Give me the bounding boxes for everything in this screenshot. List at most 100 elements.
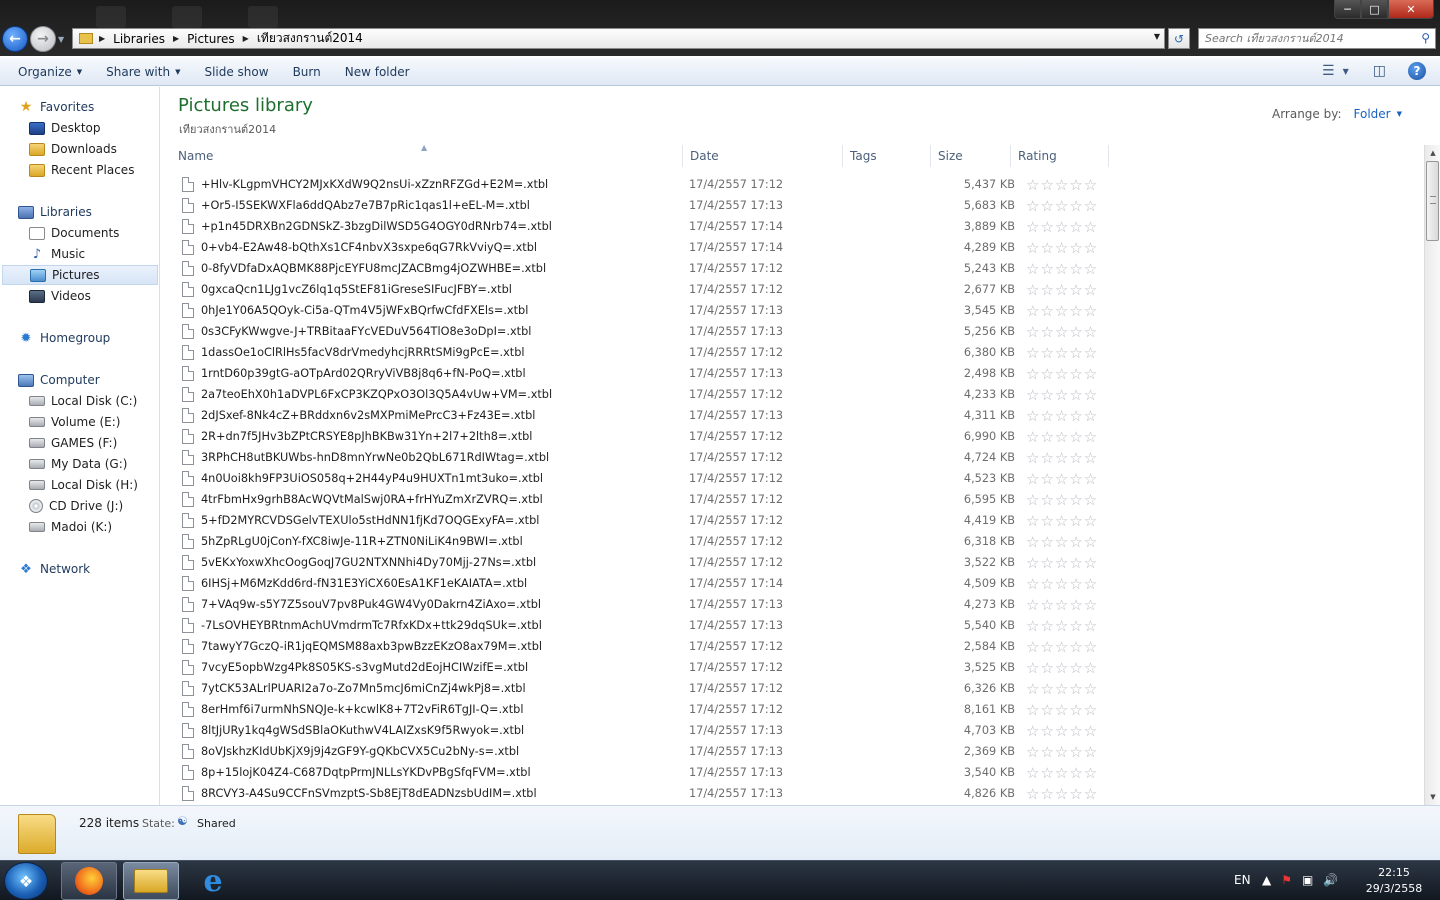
rating-stars-icon[interactable]: ☆☆☆☆☆ (1026, 176, 1098, 194)
refresh-button[interactable]: ↺ (1168, 28, 1190, 49)
rating-stars-icon[interactable]: ☆☆☆☆☆ (1026, 281, 1098, 299)
taskbar-firefox[interactable] (61, 862, 117, 900)
taskbar-explorer[interactable] (123, 862, 179, 900)
file-row[interactable]: 1rntD60p39gtG-aOTpArd02QRryViVB8j8q6+fN-… (171, 363, 1109, 384)
file-row[interactable]: 0s3CFyKWwgve-J+TRBitaaFYcVEDuV564TlO8e3o… (171, 321, 1109, 342)
rating-stars-icon[interactable]: ☆☆☆☆☆ (1026, 197, 1098, 215)
file-row[interactable]: +Or5-I5SEKWXFla6ddQAbz7e7B7pRic1qas1l+eE… (171, 195, 1109, 216)
address-dropdown-chevron-icon[interactable]: ▼ (1154, 32, 1160, 41)
file-row[interactable]: 2a7teoEhX0h1aDVPL6FxCP3KZQPxO3Ol3Q5A4vUw… (171, 384, 1109, 405)
action-center-flag-icon[interactable]: ⚑ (1281, 873, 1292, 887)
file-row[interactable]: -7LsOVHEYBRtnmAchUVmdrmTc7RfxKDx+ttk29dq… (171, 615, 1109, 636)
rating-stars-icon[interactable]: ☆☆☆☆☆ (1026, 491, 1098, 509)
file-row[interactable]: 7vcyE5opbWzg4Pk8S05KS-s3vgMutd2dEojHCIWz… (171, 657, 1109, 678)
rating-stars-icon[interactable]: ☆☆☆☆☆ (1026, 638, 1098, 656)
address-bar[interactable]: ▶ Libraries ▶ Pictures ▶ เทียวสงกรานต์2014… (72, 28, 1165, 49)
arrange-by-dropdown[interactable]: Folder ▼ (1354, 107, 1402, 121)
preview-pane-icon[interactable]: ◫ (1373, 63, 1386, 79)
scroll-down-arrow-icon[interactable]: ▼ (1425, 789, 1440, 805)
rating-stars-icon[interactable]: ☆☆☆☆☆ (1026, 596, 1098, 614)
file-row[interactable]: 8erHmf6i7urmNhSNQJe-k+kcwlK8+7T2vFiR6TgJ… (171, 699, 1109, 720)
file-row[interactable]: 6IHSj+M6MzKdd6rd-fN31E3YiCX60EsA1KF1eKAI… (171, 573, 1109, 594)
sidebar-item-favorites[interactable]: ★ Favorites (0, 97, 158, 117)
sidebar-item-drive-e[interactable]: Volume (E:) (0, 412, 158, 432)
language-indicator[interactable]: EN (1234, 873, 1251, 887)
rating-stars-icon[interactable]: ☆☆☆☆☆ (1026, 386, 1098, 404)
sidebar-item-documents[interactable]: Documents (0, 223, 158, 243)
new-folder-button[interactable]: New folder (337, 65, 418, 79)
file-row[interactable]: 7ytCK53ALrlPUARI2a7o-Zo7Mn5mcJ6miCnZj4wk… (171, 678, 1109, 699)
rating-stars-icon[interactable]: ☆☆☆☆☆ (1026, 554, 1098, 572)
organize-button[interactable]: Organize ▼ (10, 65, 90, 79)
sidebar-item-desktop[interactable]: Desktop (0, 118, 158, 138)
file-row[interactable]: 1dassOe1oClRlHs5facV8drVmedyhcjRRRtSMi9g… (171, 342, 1109, 363)
file-row[interactable]: 8p+15lojK04Z4-C687DqtpPrmJNLLsYKDvPBgSfq… (171, 762, 1109, 783)
sidebar-item-network[interactable]: ❖ Network (0, 559, 158, 579)
taskbar-internet-explorer[interactable]: e (185, 862, 241, 900)
sidebar-item-drive-c[interactable]: Local Disk (C:) (0, 391, 158, 411)
sidebar-item-drive-j[interactable]: CD Drive (J:) (0, 496, 158, 516)
file-row[interactable]: 0gxcaQcn1LJg1vcZ6lq1q5StEF81iGreseSIFucJ… (171, 279, 1109, 300)
sidebar-item-drive-g[interactable]: My Data (G:) (0, 454, 158, 474)
sidebar-item-downloads[interactable]: Downloads (0, 139, 158, 159)
file-row[interactable]: 0+vb4-E2Aw48-bQthXs1CF4nbvX3sxpe6qG7RkVv… (171, 237, 1109, 258)
search-input[interactable] (1199, 29, 1409, 48)
rating-stars-icon[interactable]: ☆☆☆☆☆ (1026, 365, 1098, 383)
file-row[interactable]: +Hlv-KLgpmVHCY2MJxKXdW9Q2nsUi-xZznRFZGd+… (171, 174, 1109, 195)
rating-stars-icon[interactable]: ☆☆☆☆☆ (1026, 659, 1098, 677)
scroll-up-arrow-icon[interactable]: ▲ (1425, 145, 1440, 161)
column-rating[interactable]: Rating (1011, 145, 1109, 167)
minimize-button[interactable]: ─ (1334, 0, 1361, 19)
sidebar-item-pictures[interactable]: Pictures (2, 265, 158, 285)
file-row[interactable]: 5vEKxYoxwXhcOogGoqJ7GU2NTXNNhi4Dy70Mjj-2… (171, 552, 1109, 573)
file-row[interactable]: 7tawyY7GczQ-iR1jqEQMSM88axb3pwBzzEKzO8ax… (171, 636, 1109, 657)
recent-pages-chevron-icon[interactable]: ▼ (58, 35, 64, 44)
file-row[interactable]: 7+VAq9w-s5Y7Z5souV7pv8Puk4GW4Vy0Dakrn4Zi… (171, 594, 1109, 615)
file-row[interactable]: 2R+dn7f5JHv3bZPtCRSYE8pJhBKBw31Yn+2l7+2l… (171, 426, 1109, 447)
show-hidden-icons-chevron-icon[interactable]: ▲ (1262, 873, 1271, 887)
breadcrumb-libraries[interactable]: Libraries ▶ (113, 32, 187, 46)
column-name[interactable]: Name ▲ (171, 143, 683, 167)
rating-stars-icon[interactable]: ☆☆☆☆☆ (1026, 323, 1098, 341)
volume-icon[interactable]: 🔊 (1323, 873, 1338, 887)
rating-stars-icon[interactable]: ☆☆☆☆☆ (1026, 302, 1098, 320)
sidebar-item-computer[interactable]: Computer (0, 370, 158, 390)
sidebar-item-libraries[interactable]: Libraries (0, 202, 158, 222)
file-row[interactable]: 4n0Uoi8kh9FP3UiOS058q+2H44yP4u9HUXTn1mt3… (171, 468, 1109, 489)
rating-stars-icon[interactable]: ☆☆☆☆☆ (1026, 764, 1098, 782)
maximize-button[interactable]: □ (1361, 0, 1388, 19)
rating-stars-icon[interactable]: ☆☆☆☆☆ (1026, 701, 1098, 719)
rating-stars-icon[interactable]: ☆☆☆☆☆ (1026, 617, 1098, 635)
sidebar-item-drive-k[interactable]: Madoi (K:) (0, 517, 158, 537)
column-tags[interactable]: Tags (843, 145, 931, 167)
clock[interactable]: 22:15 29/3/2558 (1358, 865, 1430, 897)
close-button[interactable]: ✕ (1388, 0, 1434, 19)
breadcrumb-separator[interactable]: ▶ (99, 34, 113, 43)
file-row[interactable]: 8ltJjURy1kq4gWSdSBlaOKuthwV4LAIZxsK9f5Rw… (171, 720, 1109, 741)
rating-stars-icon[interactable]: ☆☆☆☆☆ (1026, 575, 1098, 593)
rating-stars-icon[interactable]: ☆☆☆☆☆ (1026, 344, 1098, 362)
search-icon[interactable]: ⚲ (1421, 31, 1430, 45)
rating-stars-icon[interactable]: ☆☆☆☆☆ (1026, 533, 1098, 551)
rating-stars-icon[interactable]: ☆☆☆☆☆ (1026, 407, 1098, 425)
scrollbar-thumb[interactable] (1426, 161, 1439, 241)
file-row[interactable]: 0hJe1Y06A5QOyk-Ci5a-QTm4V5jWFxBQrfwCfdFX… (171, 300, 1109, 321)
sidebar-item-music[interactable]: ♪ Music (0, 244, 158, 264)
back-button[interactable]: ← (2, 26, 28, 52)
start-button[interactable]: ❖ (4, 862, 48, 900)
network-tray-icon[interactable]: ▣ (1302, 873, 1313, 887)
breadcrumb-pictures[interactable]: Pictures ▶ (187, 32, 257, 46)
share-with-button[interactable]: Share with ▼ (98, 65, 188, 79)
sidebar-item-recent-places[interactable]: Recent Places (0, 160, 158, 180)
burn-button[interactable]: Burn (285, 65, 329, 79)
rating-stars-icon[interactable]: ☆☆☆☆☆ (1026, 470, 1098, 488)
file-row[interactable]: 8oVJskhzKIdUbKjX9j9j4zGF9Y-gQKbCVX5Cu2bN… (171, 741, 1109, 762)
rating-stars-icon[interactable]: ☆☆☆☆☆ (1026, 680, 1098, 698)
rating-stars-icon[interactable]: ☆☆☆☆☆ (1026, 743, 1098, 761)
rating-stars-icon[interactable]: ☆☆☆☆☆ (1026, 722, 1098, 740)
file-row[interactable]: 5hZpRLgU0jConY-fXC8iwJe-11R+ZTN0NiLiK4n9… (171, 531, 1109, 552)
column-date[interactable]: Date (683, 145, 843, 167)
rating-stars-icon[interactable]: ☆☆☆☆☆ (1026, 785, 1098, 803)
rating-stars-icon[interactable]: ☆☆☆☆☆ (1026, 428, 1098, 446)
file-row[interactable]: 4trFbmHx9grhB8AcWQVtMalSwj0RA+frHYuZmXrZ… (171, 489, 1109, 510)
